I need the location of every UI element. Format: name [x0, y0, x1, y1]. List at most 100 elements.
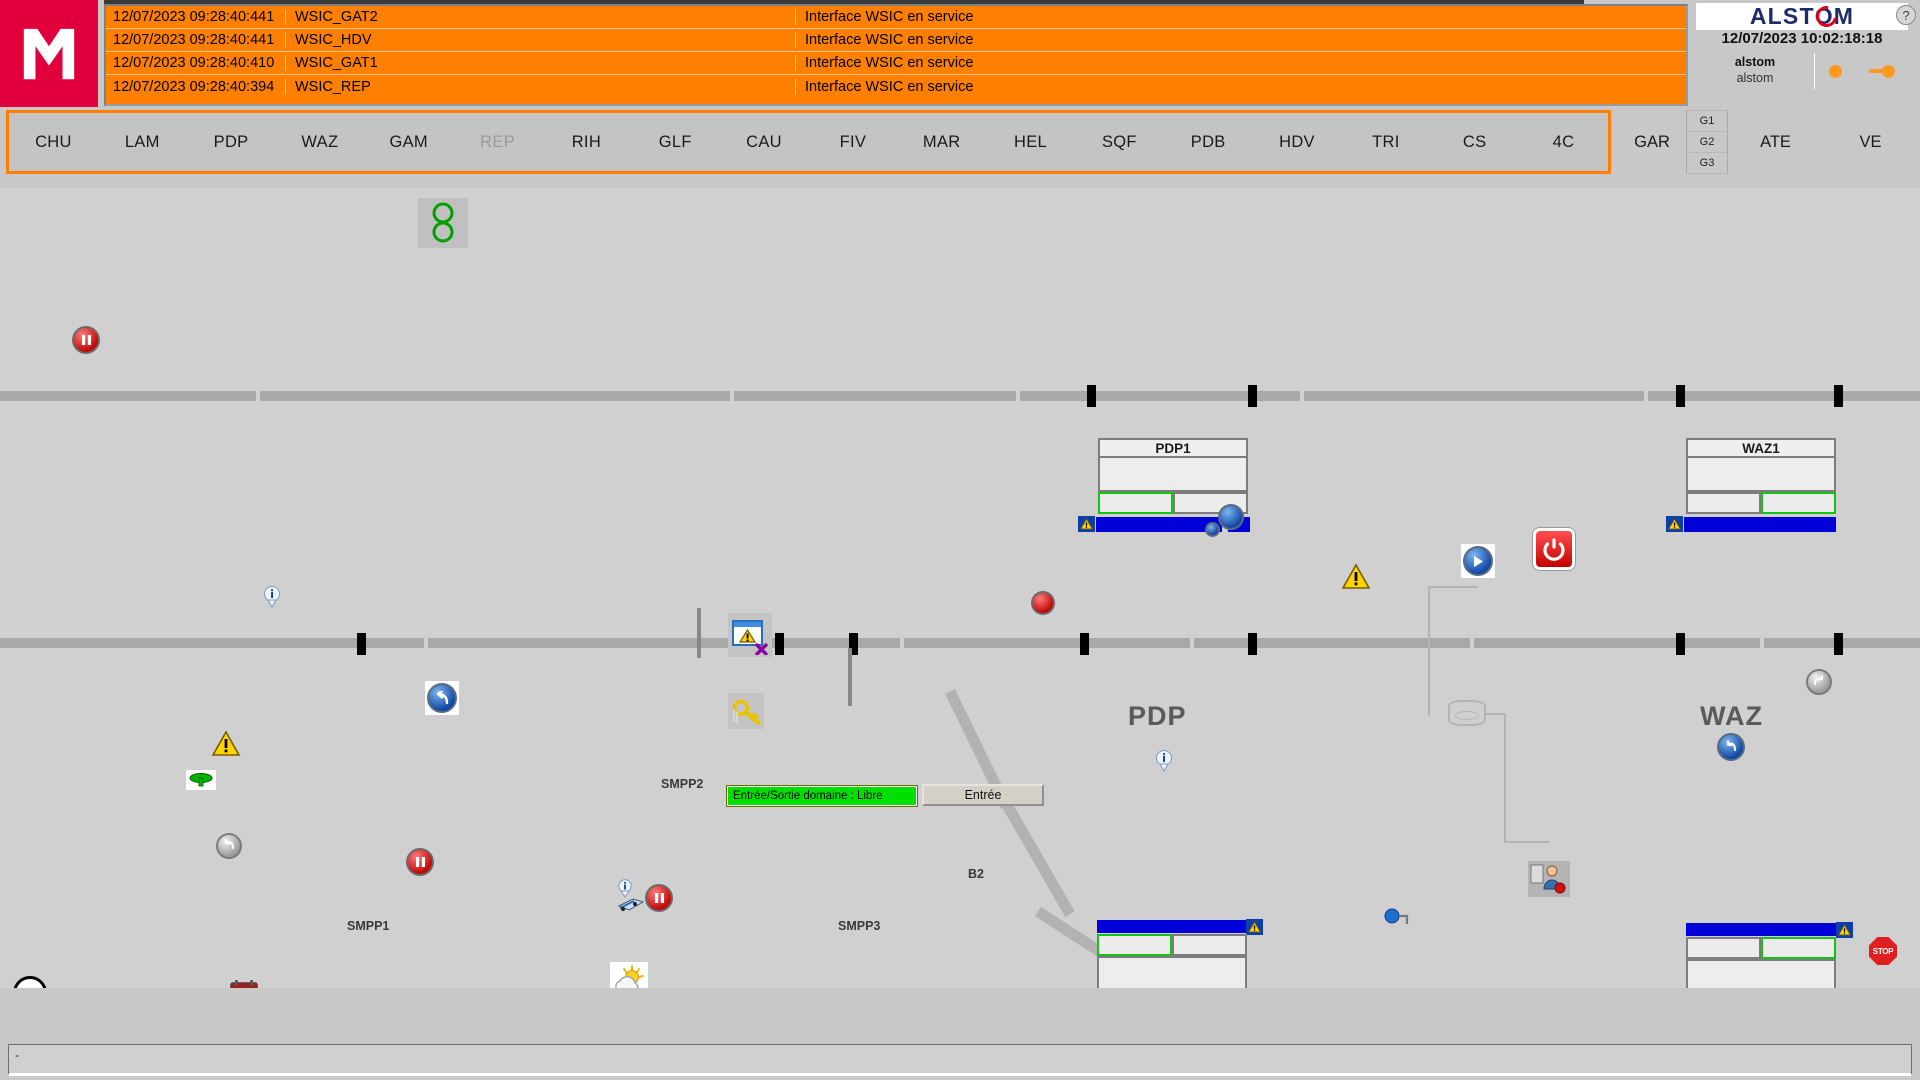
group-g3[interactable]: G3: [1686, 153, 1728, 174]
tab-ve[interactable]: VE: [1823, 133, 1918, 152]
track-signal-block[interactable]: [1248, 385, 1257, 407]
platform-panel-pdp1[interactable]: PDP1: [1098, 438, 1248, 514]
track-signal-block[interactable]: [1087, 385, 1096, 407]
tab-lam[interactable]: LAM: [98, 133, 187, 152]
key-permission-icon[interactable]: [728, 693, 764, 729]
waz-back-button[interactable]: [1717, 733, 1745, 761]
help-icon[interactable]: ?: [1896, 5, 1916, 25]
tab-pdp[interactable]: PDP: [187, 133, 276, 152]
stop-sign-icon[interactable]: STOP: [1869, 937, 1897, 965]
track-stop-indicator[interactable]: [1031, 591, 1055, 615]
panel-slot-left-active[interactable]: [1098, 492, 1173, 514]
pause-button-mid[interactable]: [406, 848, 434, 876]
status-message-field[interactable]: -: [8, 1044, 1912, 1076]
tab-fiv[interactable]: FIV: [808, 133, 897, 152]
alarm-tag: WSIC_GAT1: [286, 55, 796, 71]
siding-stub: [848, 648, 852, 706]
track-signal-block[interactable]: [1834, 385, 1843, 407]
green-disc-marker-icon[interactable]: [186, 770, 216, 790]
back-arrow-button-left[interactable]: [425, 681, 459, 715]
status-dot-icon[interactable]: [1828, 64, 1842, 78]
group-g1[interactable]: G1: [1686, 110, 1728, 132]
power-shutdown-button[interactable]: [1533, 528, 1575, 570]
tab-pdb[interactable]: PDB: [1164, 133, 1253, 152]
group-selector[interactable]: G1 G2 G3: [1686, 110, 1728, 174]
track-joint: [1644, 391, 1648, 401]
info-balloon-track1-icon[interactable]: [263, 586, 281, 608]
tab-sqf[interactable]: SQF: [1075, 133, 1164, 152]
panel-slot-right-active[interactable]: [1761, 492, 1836, 514]
track-signal-block[interactable]: [1080, 633, 1089, 655]
alarm-row[interactable]: 12/07/2023 09:28:40:410 WSIC_GAT1 Interf…: [106, 52, 1686, 75]
marker-label-smpp2: SMPP2: [661, 777, 704, 791]
track-signal-block[interactable]: [1834, 633, 1843, 655]
panel-slot-right[interactable]: [1172, 934, 1247, 956]
panel-slots[interactable]: [1686, 937, 1836, 959]
alarm-window-close-icon[interactable]: [728, 613, 772, 657]
operator-alert-icon[interactable]: [1528, 861, 1570, 897]
signal-aspect-icon[interactable]: [418, 198, 468, 248]
tab-cs[interactable]: CS: [1430, 133, 1519, 152]
panel-slot-left[interactable]: [1686, 937, 1761, 959]
pipe-segment: [1428, 586, 1478, 588]
tab-hdv[interactable]: HDV: [1253, 133, 1342, 152]
pdp1-occupancy-bar[interactable]: [1096, 517, 1222, 532]
alert-dialog-glyph-icon: [732, 620, 768, 655]
warning-badge-icon[interactable]: [1078, 516, 1095, 532]
pause-button-left[interactable]: [72, 326, 100, 354]
branch-track-b2[interactable]: [1000, 798, 1075, 917]
panel-slot-right-active[interactable]: [1761, 937, 1836, 959]
waz2-occupancy-bar[interactable]: [1686, 923, 1838, 936]
track-signal-block[interactable]: [1248, 633, 1257, 655]
play-button[interactable]: [1461, 544, 1495, 578]
tab-4c[interactable]: 4C: [1519, 133, 1608, 152]
alarm-timestamp: 12/07/2023 09:28:40:410: [106, 55, 286, 71]
tab-hel[interactable]: HEL: [986, 133, 1075, 152]
track-signal-block[interactable]: [1676, 385, 1685, 407]
warning-badge-icon[interactable]: [1666, 516, 1683, 532]
tab-waz[interactable]: WAZ: [275, 133, 364, 152]
waz1-occupancy-bar[interactable]: [1684, 517, 1836, 532]
refresh-button-left[interactable]: [216, 833, 242, 859]
alarm-row[interactable]: 12/07/2023 09:28:40:394 WSIC_REP Interfa…: [106, 75, 1686, 98]
info-balloon-pdp-icon[interactable]: [1155, 750, 1173, 772]
track-line-upper[interactable]: [0, 391, 1920, 401]
track-line-lower[interactable]: [0, 638, 1920, 648]
tab-gam[interactable]: GAM: [364, 133, 453, 152]
tab-glf[interactable]: GLF: [631, 133, 720, 152]
refresh-button-right[interactable]: [1806, 669, 1832, 695]
panel-slot-left[interactable]: [1686, 492, 1761, 514]
pdp1-train-marker-small-icon[interactable]: [1205, 522, 1220, 537]
tab-rih[interactable]: RIH: [542, 133, 631, 152]
pdp1-train-marker-large-icon[interactable]: [1218, 504, 1244, 530]
tab-mar[interactable]: MAR: [897, 133, 986, 152]
station-tab-bar[interactable]: CHU LAM PDP WAZ GAM REP RIH GLF CAU FIV …: [6, 110, 1611, 174]
entree-button[interactable]: Entrée: [922, 784, 1044, 806]
group-g2[interactable]: G2: [1686, 132, 1728, 153]
train-info-icon[interactable]: [614, 878, 646, 914]
tab-ate[interactable]: ATE: [1728, 133, 1823, 152]
link-arrow-icon[interactable]: [1868, 64, 1895, 78]
panel-slots[interactable]: [1097, 934, 1247, 956]
warning-triangle-track-icon[interactable]: [1340, 562, 1372, 590]
tab-cau[interactable]: CAU: [720, 133, 809, 152]
alarm-row[interactable]: 12/07/2023 09:28:40:441 WSIC_HDV Interfa…: [106, 29, 1686, 52]
node-marker-icon[interactable]: [1383, 906, 1413, 932]
alarm-row[interactable]: 12/07/2023 09:28:40:441 WSIC_GAT2 Interf…: [106, 6, 1686, 29]
alarm-banner[interactable]: 12/07/2023 09:28:40:441 WSIC_GAT2 Interf…: [104, 4, 1688, 106]
track-signal-block[interactable]: [1676, 633, 1685, 655]
panel-slots[interactable]: [1686, 492, 1836, 514]
warning-triangle-left-icon[interactable]: [210, 729, 242, 757]
panel-slot-left-active[interactable]: [1097, 934, 1172, 956]
alarm-message: Interface WSIC en service: [805, 55, 974, 71]
tab-chu[interactable]: CHU: [9, 133, 98, 152]
pdp2-occupancy-bar[interactable]: [1097, 920, 1249, 933]
tab-gar[interactable]: GAR: [1618, 133, 1686, 152]
platform-panel-waz1[interactable]: WAZ1: [1686, 438, 1836, 514]
warning-badge-icon[interactable]: [1246, 919, 1263, 935]
warning-badge-icon[interactable]: [1836, 922, 1853, 938]
track-signal-block[interactable]: [775, 633, 784, 655]
track-signal-block[interactable]: [357, 633, 366, 655]
tab-tri[interactable]: TRI: [1341, 133, 1430, 152]
pause-button-bottom[interactable]: [645, 884, 673, 912]
